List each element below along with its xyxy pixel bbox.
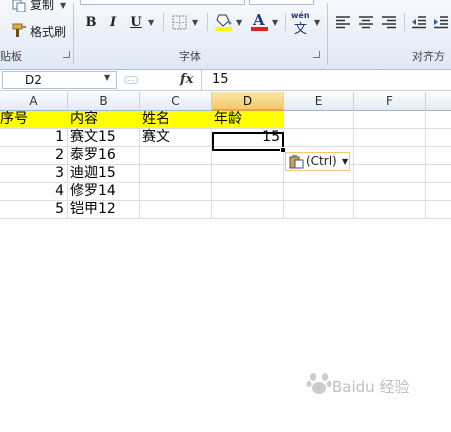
name-box[interactable]: D2 xyxy=(2,71,117,89)
alignment-group-label: 对齐方 xyxy=(412,50,445,63)
toolbar-separator xyxy=(285,13,286,31)
column-header-e[interactable]: E xyxy=(284,92,354,111)
watermark-text: Baidu 经验 xyxy=(332,378,410,396)
font-name-box[interactable] xyxy=(80,0,245,5)
table-row: 5 铠甲12 xyxy=(0,201,451,219)
cell-b1[interactable]: 内容 xyxy=(68,111,140,128)
column-header-c[interactable]: C xyxy=(140,92,212,111)
name-box-dropdown-icon[interactable]: ▼ xyxy=(104,73,110,82)
align-left-icon[interactable] xyxy=(335,14,351,29)
watermark: Baidu 经验 xyxy=(306,373,410,397)
increase-indent-icon[interactable] xyxy=(433,14,449,29)
toolbar-separator xyxy=(404,13,405,31)
underline-dropdown-icon[interactable]: ▼ xyxy=(148,18,154,28)
cell-a5[interactable]: 4 xyxy=(0,183,68,200)
paste-options-dropdown-icon: ▼ xyxy=(342,157,349,166)
active-cell-selection[interactable] xyxy=(212,132,284,151)
table-row: 4 修罗14 xyxy=(0,183,451,201)
borders-icon[interactable] xyxy=(172,15,187,30)
format-painter-button[interactable]: 格式刷 xyxy=(30,23,66,40)
cell-b5[interactable]: 修罗14 xyxy=(68,183,140,200)
borders-dropdown-icon[interactable]: ▼ xyxy=(192,18,198,28)
cell-a6[interactable]: 5 xyxy=(0,201,68,218)
cell-a4[interactable]: 3 xyxy=(0,165,68,182)
cell-d5[interactable] xyxy=(212,183,284,200)
cell-c5[interactable] xyxy=(140,183,212,200)
paste-options-button[interactable]: (Ctrl) ▼ xyxy=(285,152,350,171)
group-separator xyxy=(73,3,74,65)
formula-input[interactable]: 15 xyxy=(212,72,229,87)
cell-d1[interactable]: 年龄 xyxy=(212,111,284,128)
table-row: 3 迪迦15 xyxy=(0,165,451,183)
group-separator xyxy=(327,3,328,65)
cell-f4[interactable] xyxy=(354,165,426,182)
column-header-a[interactable]: A xyxy=(0,92,68,111)
baidu-paw-icon xyxy=(306,370,332,396)
table-row: 序号 内容 姓名 年龄 xyxy=(0,111,451,129)
phonetic-guide-button[interactable]: wén 文 xyxy=(291,11,311,37)
column-headers: A B C D E F xyxy=(0,92,451,111)
cell-f3[interactable] xyxy=(354,147,426,164)
bold-button[interactable]: B xyxy=(82,12,100,34)
font-dialog-launcher[interactable] xyxy=(313,51,320,58)
clipboard-paste-icon xyxy=(289,155,304,174)
cell-a1[interactable]: 序号 xyxy=(0,111,68,128)
align-center-icon[interactable] xyxy=(358,14,374,29)
column-header-f[interactable]: F xyxy=(354,92,426,111)
toolbar-separator xyxy=(207,13,208,31)
fill-color-icon[interactable] xyxy=(215,12,233,32)
cell-c4[interactable] xyxy=(140,165,212,182)
font-group-label: 字体 xyxy=(179,50,201,63)
cell-b4[interactable]: 迪迦15 xyxy=(68,165,140,182)
cell-c3[interactable] xyxy=(140,147,212,164)
font-color-button[interactable]: A xyxy=(251,11,269,32)
fill-color-dropdown-icon[interactable]: ▼ xyxy=(236,18,242,28)
cell-e1[interactable] xyxy=(284,111,354,128)
font-color-dropdown-icon[interactable]: ▼ xyxy=(272,18,278,28)
column-header-g[interactable] xyxy=(426,92,451,111)
cell-b2[interactable]: 赛文15 xyxy=(68,129,140,146)
cell-b3[interactable]: 泰罗16 xyxy=(68,147,140,164)
empty-grid-area[interactable] xyxy=(0,219,451,432)
copy-dropdown-icon[interactable]: ▼ xyxy=(60,1,66,11)
cell-c1[interactable]: 姓名 xyxy=(140,111,212,128)
cell-f1[interactable] xyxy=(354,111,426,128)
align-right-icon[interactable] xyxy=(381,14,397,29)
ribbon: 复制 ▼ 格式刷 贴板 B I U ▼ ▼ ▼ A ▼ wén 文 ▼ 字体 对… xyxy=(0,0,451,70)
font-size-box[interactable] xyxy=(249,0,314,5)
column-header-b[interactable]: B xyxy=(68,92,140,111)
cell-a2[interactable]: 1 xyxy=(0,129,68,146)
column-header-d[interactable]: D xyxy=(212,92,284,111)
cell-f5[interactable] xyxy=(354,183,426,200)
italic-button[interactable]: I xyxy=(104,12,122,34)
paste-options-label: (Ctrl) xyxy=(306,154,337,168)
clipboard-group-label: 贴板 xyxy=(0,50,22,63)
cell-f2[interactable] xyxy=(354,129,426,146)
cell-d6[interactable] xyxy=(212,201,284,218)
cell-f6[interactable] xyxy=(354,201,426,218)
formula-bar: D2 ▼ ... fx 15 xyxy=(0,70,451,91)
cell-d4[interactable] xyxy=(212,165,284,182)
clipboard-dialog-launcher[interactable] xyxy=(63,51,70,58)
cell-b6[interactable]: 铠甲12 xyxy=(68,201,140,218)
cell-a3[interactable]: 2 xyxy=(0,147,68,164)
cell-e5[interactable] xyxy=(284,183,354,200)
decrease-indent-icon[interactable] xyxy=(411,14,427,29)
cell-e2[interactable] xyxy=(284,129,354,146)
toolbar-separator xyxy=(163,13,164,31)
cell-e6[interactable] xyxy=(284,201,354,218)
cell-c2[interactable]: 赛文 xyxy=(140,129,212,146)
copy-icon[interactable] xyxy=(12,0,26,13)
formula-bar-resize-handle[interactable]: ... xyxy=(124,76,138,84)
format-painter-icon[interactable] xyxy=(12,22,28,38)
phonetic-dropdown-icon[interactable]: ▼ xyxy=(314,18,320,28)
copy-button[interactable]: 复制 xyxy=(30,0,54,13)
formula-bar-divider xyxy=(201,70,202,91)
insert-function-button[interactable]: fx xyxy=(180,72,193,87)
phonetic-char-label: 文 xyxy=(294,22,308,37)
cell-c6[interactable] xyxy=(140,201,212,218)
underline-button[interactable]: U xyxy=(127,12,145,34)
